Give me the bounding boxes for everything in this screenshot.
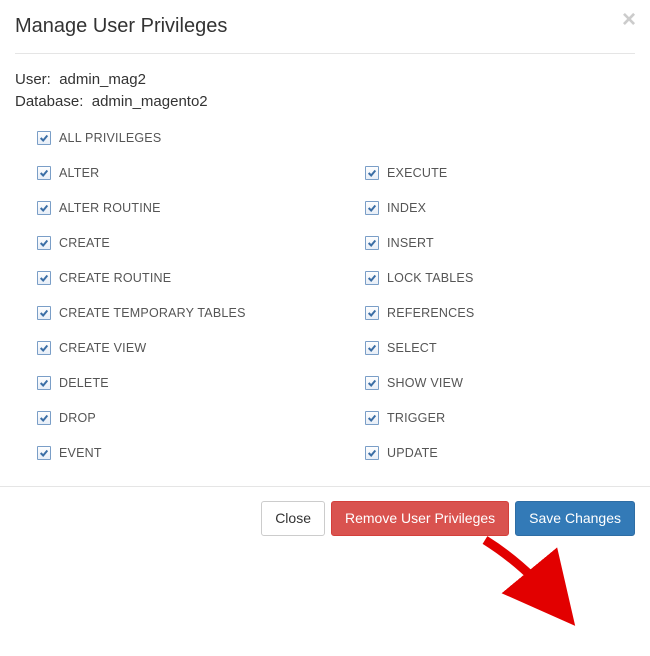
privilege-row: CREATE TEMPORARY TABLES REFERENCES — [15, 306, 635, 320]
checkbox-select[interactable] — [365, 341, 379, 355]
user-label: User: — [15, 71, 51, 88]
privilege-row-all: ALL PRIVILEGES — [15, 131, 635, 145]
modal-title: Manage User Privileges — [15, 15, 635, 38]
checkbox-create-routine[interactable] — [37, 271, 51, 285]
privilege-label: EXECUTE — [387, 166, 447, 180]
modal-footer: Close Remove User Privileges Save Change… — [0, 486, 650, 551]
checkbox-create-view[interactable] — [37, 341, 51, 355]
privilege-label: SHOW VIEW — [387, 376, 463, 390]
modal-body: User: admin_mag2 Database: admin_magento… — [0, 54, 650, 486]
privilege-row: CREATE VIEW SELECT — [15, 341, 635, 355]
database-info-row: Database: admin_magento2 — [15, 91, 635, 113]
privilege-row: ALTER EXECUTE — [15, 166, 635, 180]
privilege-row: ALTER ROUTINE INDEX — [15, 201, 635, 215]
checkbox-create[interactable] — [37, 236, 51, 250]
close-button[interactable]: Close — [261, 501, 325, 537]
privilege-label: CREATE — [59, 236, 110, 250]
checkbox-update[interactable] — [365, 446, 379, 460]
privilege-label: LOCK TABLES — [387, 271, 474, 285]
checkbox-alter[interactable] — [37, 166, 51, 180]
checkbox-drop[interactable] — [37, 411, 51, 425]
checkbox-insert[interactable] — [365, 236, 379, 250]
checkbox-event[interactable] — [37, 446, 51, 460]
privilege-label: UPDATE — [387, 446, 438, 460]
privilege-row: CREATE INSERT — [15, 236, 635, 250]
privilege-label: ALTER ROUTINE — [59, 201, 161, 215]
privilege-label: EVENT — [59, 446, 102, 460]
privilege-label: CREATE VIEW — [59, 341, 146, 355]
remove-privileges-button[interactable]: Remove User Privileges — [331, 501, 509, 537]
database-value: admin_magento2 — [92, 93, 208, 110]
privileges-list: ALL PRIVILEGES ALTER EXECUTE ALTER ROUTI… — [15, 131, 635, 460]
privilege-row: DROP TRIGGER — [15, 411, 635, 425]
database-label: Database: — [15, 93, 83, 110]
privilege-label: DELETE — [59, 376, 109, 390]
checkbox-references[interactable] — [365, 306, 379, 320]
modal-header: Manage User Privileges × — [0, 0, 650, 53]
checkbox-alter-routine[interactable] — [37, 201, 51, 215]
user-value: admin_mag2 — [59, 71, 146, 88]
checkbox-lock-tables[interactable] — [365, 271, 379, 285]
privilege-row: EVENT UPDATE — [15, 446, 635, 460]
checkbox-index[interactable] — [365, 201, 379, 215]
privilege-label: ALTER — [59, 166, 99, 180]
checkbox-show-view[interactable] — [365, 376, 379, 390]
privilege-label: CREATE TEMPORARY TABLES — [59, 306, 246, 320]
checkbox-delete[interactable] — [37, 376, 51, 390]
privilege-row: DELETE SHOW VIEW — [15, 376, 635, 390]
privilege-row: CREATE ROUTINE LOCK TABLES — [15, 271, 635, 285]
privilege-label: DROP — [59, 411, 96, 425]
privilege-label: INDEX — [387, 201, 426, 215]
privilege-label: SELECT — [387, 341, 437, 355]
privilege-label: INSERT — [387, 236, 434, 250]
checkbox-trigger[interactable] — [365, 411, 379, 425]
save-changes-button[interactable]: Save Changes — [515, 501, 635, 537]
close-icon[interactable]: × — [622, 8, 636, 32]
privilege-label: TRIGGER — [387, 411, 445, 425]
checkbox-create-temporary-tables[interactable] — [37, 306, 51, 320]
privilege-label: ALL PRIVILEGES — [59, 131, 161, 145]
checkbox-all-privileges[interactable] — [37, 131, 51, 145]
checkbox-execute[interactable] — [365, 166, 379, 180]
privilege-label: CREATE ROUTINE — [59, 271, 171, 285]
privilege-label: REFERENCES — [387, 306, 474, 320]
user-info-row: User: admin_mag2 — [15, 69, 635, 91]
manage-privileges-modal: Manage User Privileges × User: admin_mag… — [0, 0, 650, 550]
